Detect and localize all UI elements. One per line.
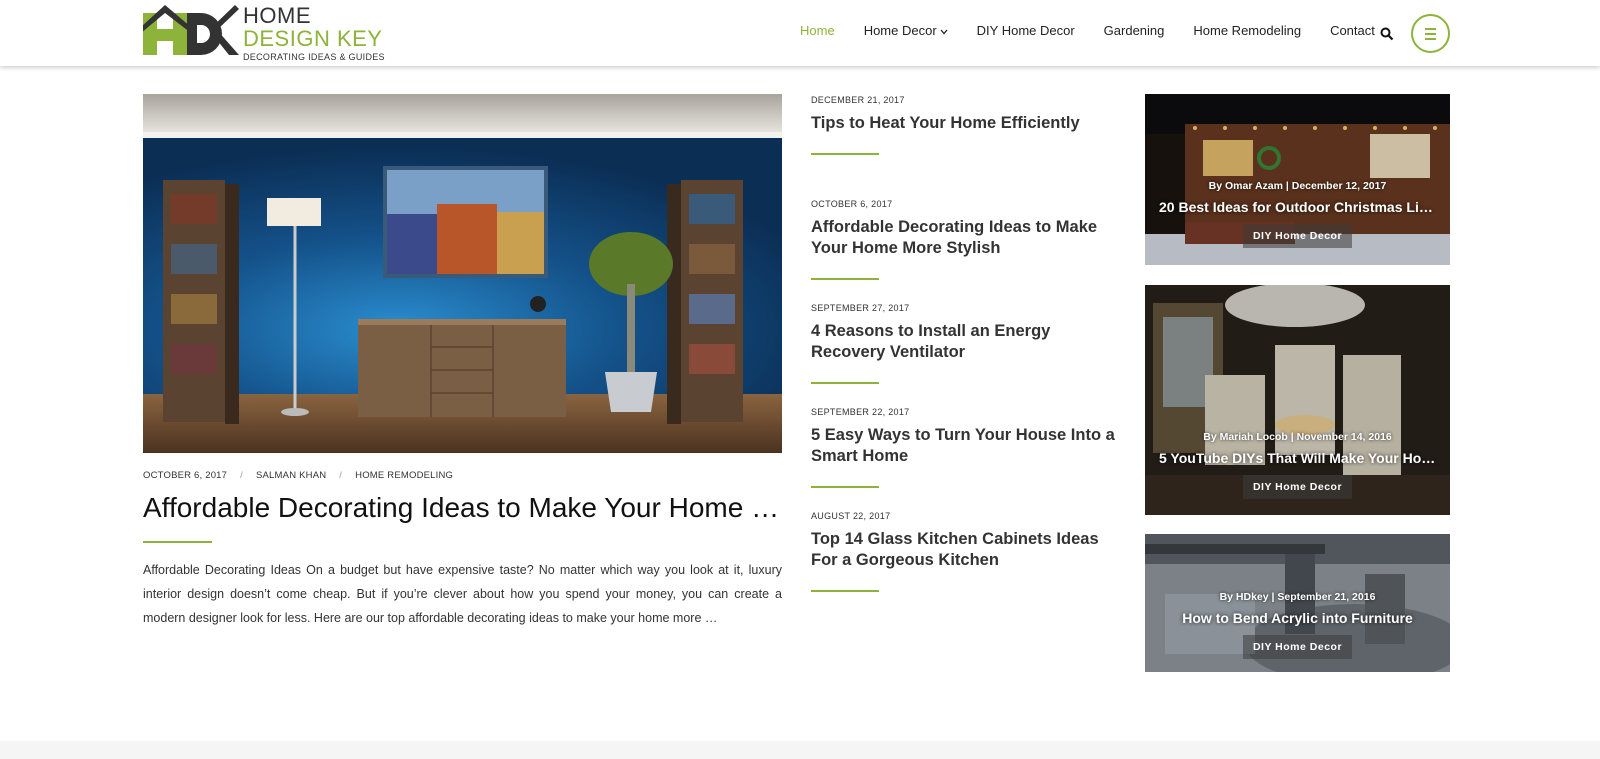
post-card-outdoor-christmas[interactable]: By Omar Azam | December 12, 2017 20 Best…: [1145, 94, 1450, 265]
card-meta: By HDkey | September 21, 2016: [1219, 591, 1376, 603]
meta-separator: /: [339, 470, 343, 481]
search-icon[interactable]: [1380, 27, 1394, 41]
logo-line-design-key: DESIGN KEY: [243, 26, 383, 51]
hdk-logo-icon: [143, 5, 239, 55]
living-room-image: [143, 94, 782, 453]
card-overlay: By Omar Azam | December 12, 2017 20 Best…: [1145, 180, 1450, 248]
post-date: AUGUST 22, 2017: [811, 511, 891, 521]
featured-post-date[interactable]: OCTOBER 6, 2017: [143, 470, 227, 481]
post-divider: [811, 278, 879, 280]
meta-separator: /: [240, 470, 243, 481]
post-date: SEPTEMBER 27, 2017: [811, 303, 910, 313]
featured-post-image[interactable]: [143, 94, 782, 453]
card-overlay: By Mariah Locob | November 14, 2016 5 Yo…: [1145, 431, 1450, 499]
main-nav: Home Home Decor DIY Home Decor Gardening…: [800, 23, 1404, 38]
list-item: OCTOBER 6, 2017 Affordable Decorating Id…: [811, 199, 1121, 303]
featured-post-author[interactable]: SALMAN KHAN: [256, 470, 326, 481]
post-title[interactable]: Tips to Heat Your Home Efficiently: [811, 113, 1121, 134]
post-title[interactable]: 4 Reasons to Install an Energy Recovery …: [811, 321, 1121, 363]
nav-item-gardening[interactable]: Gardening: [1104, 23, 1165, 38]
logo-text: HOME DESIGN KEY DECORATING IDEAS & GUIDE…: [243, 5, 385, 62]
category-badge[interactable]: DIY Home Decor: [1242, 635, 1353, 659]
hamburger-icon-bar: [1425, 33, 1436, 35]
logo-line-home: HOME: [243, 3, 311, 28]
list-item: SEPTEMBER 27, 2017 4 Reasons to Install …: [811, 303, 1121, 407]
featured-post-meta: OCTOBER 6, 2017 / SALMAN KHAN / HOME REM…: [143, 470, 453, 481]
post-date: OCTOBER 6, 2017: [811, 199, 893, 209]
list-item: AUGUST 22, 2017 Top 14 Glass Kitchen Cab…: [811, 511, 1121, 615]
nav-item-diy-home-decor[interactable]: DIY Home Decor: [977, 23, 1075, 38]
logo-tagline: DECORATING IDEAS & GUIDES: [243, 52, 385, 62]
nav-item-home-decor[interactable]: Home Decor: [864, 23, 948, 38]
hamburger-icon: [1425, 28, 1436, 30]
featured-post-title[interactable]: Affordable Decorating Ideas to Make Your…: [143, 492, 782, 524]
hamburger-icon-bar: [1425, 38, 1436, 40]
category-badge[interactable]: DIY Home Decor: [1242, 224, 1353, 248]
card-overlay: By HDkey | September 21, 2016 How to Ben…: [1145, 591, 1450, 659]
post-title[interactable]: Affordable Decorating Ideas to Make Your…: [811, 217, 1121, 259]
post-divider: [811, 153, 879, 155]
post-divider: [811, 382, 879, 384]
footer-band: [0, 741, 1600, 759]
post-title[interactable]: Top 14 Glass Kitchen Cabinets Ideas For …: [811, 529, 1121, 571]
chevron-down-icon: [940, 27, 948, 37]
featured-title-divider: [143, 541, 212, 543]
post-date: SEPTEMBER 22, 2017: [811, 407, 910, 417]
post-title[interactable]: 5 Easy Ways to Turn Your House Into a Sm…: [811, 425, 1121, 467]
card-title[interactable]: How to Bend Acrylic into Furniture: [1145, 610, 1450, 626]
card-title[interactable]: 20 Best Ideas for Outdoor Christmas Ligh…: [1145, 199, 1450, 215]
recent-posts-list: DECEMBER 21, 2017 Tips to Heat Your Home…: [811, 95, 1121, 615]
post-divider: [811, 486, 879, 488]
category-badge[interactable]: DIY Home Decor: [1242, 475, 1353, 499]
nav-item-contact[interactable]: Contact: [1330, 23, 1375, 38]
site-header: HOME DESIGN KEY DECORATING IDEAS & GUIDE…: [0, 0, 1600, 66]
featured-post-category[interactable]: HOME REMODELING: [355, 470, 453, 481]
post-card-bend-acrylic[interactable]: By HDkey | September 21, 2016 How to Ben…: [1145, 534, 1450, 672]
featured-post-excerpt: Affordable Decorating Ideas On a budget …: [143, 563, 782, 625]
post-divider: [811, 590, 879, 592]
site-logo[interactable]: HOME DESIGN KEY DECORATING IDEAS & GUIDE…: [143, 5, 385, 62]
list-item: SEPTEMBER 22, 2017 5 Easy Ways to Turn Y…: [811, 407, 1121, 511]
card-meta: By Omar Azam | December 12, 2017: [1208, 180, 1387, 192]
post-card-youtube-diys[interactable]: By Mariah Locob | November 14, 2016 5 Yo…: [1145, 285, 1450, 515]
hamburger-menu-button[interactable]: [1411, 14, 1450, 53]
post-date: DECEMBER 21, 2017: [811, 95, 905, 105]
nav-item-home-remodeling[interactable]: Home Remodeling: [1193, 23, 1301, 38]
nav-item-label: Home Decor: [863, 23, 937, 38]
card-title[interactable]: 5 YouTube DIYs That Will Make Your Home …: [1145, 450, 1450, 466]
list-item: DECEMBER 21, 2017 Tips to Heat Your Home…: [811, 95, 1121, 199]
card-meta: By Mariah Locob | November 14, 2016: [1203, 431, 1392, 443]
nav-item-home[interactable]: Home: [800, 23, 835, 38]
